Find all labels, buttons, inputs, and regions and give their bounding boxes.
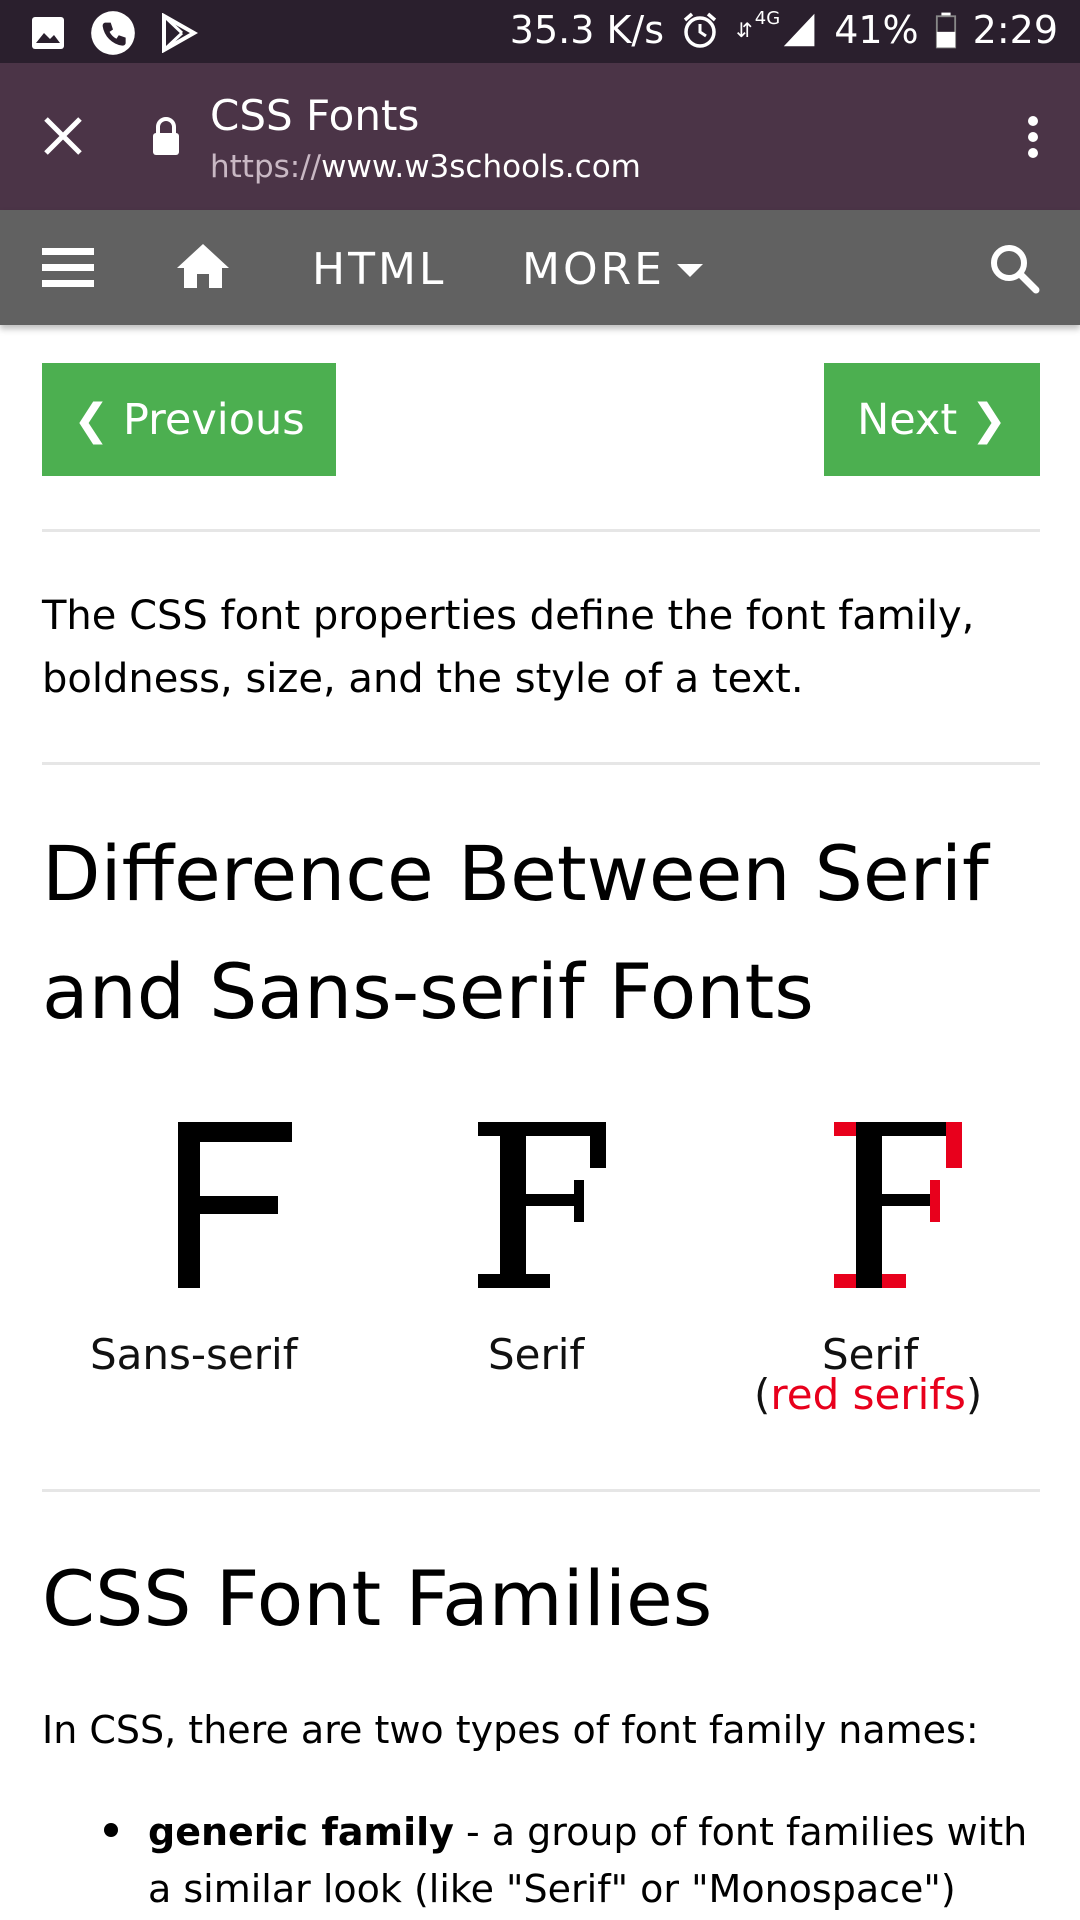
nav-more-dropdown[interactable]: MORE xyxy=(522,244,703,295)
url-host: www.w3schools.com xyxy=(321,149,641,185)
battery-icon xyxy=(935,12,956,49)
serif-figure: Sans-serif Serif Serif (red serifs) xyxy=(0,1100,1080,1440)
serif-red-letter-image xyxy=(834,1122,962,1288)
phone-icon xyxy=(91,11,135,55)
divider xyxy=(42,529,1040,532)
clock: 2:29 xyxy=(972,8,1058,52)
families-paragraph: In CSS, there are two types of font fami… xyxy=(42,1708,979,1752)
data-arrows-icon: ⇵ xyxy=(736,18,753,42)
search-icon[interactable] xyxy=(988,242,1040,294)
caret-down-icon xyxy=(676,263,703,277)
intro-paragraph: The CSS font properties define the font … xyxy=(42,593,975,702)
close-icon[interactable] xyxy=(38,111,88,161)
network-type: 4G xyxy=(754,7,781,29)
bullet-term: generic family xyxy=(148,1810,454,1854)
network-speed: 35.3 K/s xyxy=(509,8,665,52)
page-url[interactable]: https://www.w3schools.com xyxy=(210,149,641,185)
section-heading-serif: Difference Between Serif and Sans-serif … xyxy=(42,829,989,1036)
url-protocol: https:// xyxy=(210,149,322,185)
serif-letter-image xyxy=(478,1122,606,1288)
browser-toolbar: CSS Fonts https://www.w3schools.com xyxy=(0,63,1080,210)
more-options-icon[interactable] xyxy=(1026,115,1040,159)
alarm-icon xyxy=(683,12,717,48)
signal-icon xyxy=(783,13,815,47)
menu-icon[interactable] xyxy=(42,246,94,290)
page-title: CSS Fonts xyxy=(210,91,420,140)
red-serifs-text: red serifs xyxy=(770,1370,966,1419)
status-bar: 35.3 K/s ⇵ 4G 41% 2:29 xyxy=(0,0,1080,63)
list-item: generic family - a group of font familie… xyxy=(148,1804,1028,1918)
battery-percent: 41% xyxy=(834,8,919,52)
lock-icon xyxy=(153,117,179,155)
nav-more-label: MORE xyxy=(522,244,665,295)
note-close-paren: ) xyxy=(965,1370,983,1419)
bullet-dot xyxy=(104,1823,118,1837)
red-serifs-note: (red serifs) xyxy=(754,1370,982,1419)
section-heading-families: CSS Font Families xyxy=(42,1554,713,1643)
previous-button[interactable]: ❮ Previous xyxy=(42,363,336,476)
play-store-icon xyxy=(162,13,198,53)
next-button[interactable]: Next ❯ xyxy=(824,363,1040,476)
divider xyxy=(42,1489,1040,1492)
serif-caption: Serif xyxy=(488,1330,585,1379)
sans-serif-letter-image xyxy=(178,1122,292,1288)
nav-html-link[interactable]: HTML xyxy=(312,244,446,295)
sans-serif-caption: Sans-serif xyxy=(90,1330,298,1379)
site-navbar: HTML MORE xyxy=(0,210,1080,325)
divider xyxy=(42,762,1040,765)
home-icon[interactable] xyxy=(175,240,231,290)
gallery-icon xyxy=(32,17,64,49)
note-open-paren: ( xyxy=(754,1370,771,1419)
